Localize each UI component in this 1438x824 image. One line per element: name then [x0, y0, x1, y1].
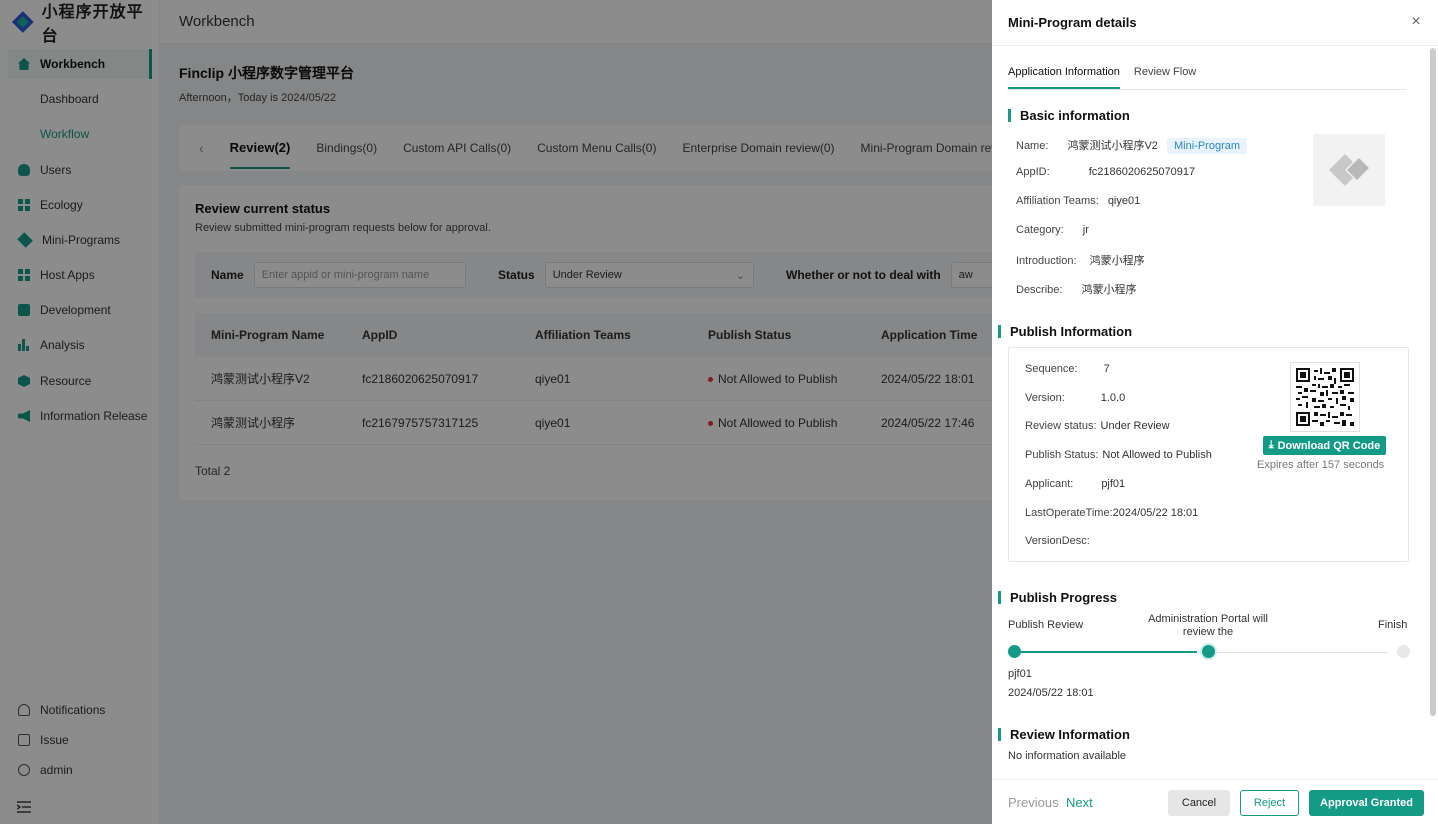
version-desc-row: VersionDesc: — [1025, 535, 1090, 547]
publish-progress-title: Publish Progress — [998, 591, 1117, 604]
close-icon[interactable]: × — [1408, 14, 1424, 30]
category-key: Category: — [1016, 224, 1064, 236]
step-admin-review: Administration Portal will review the — [1148, 613, 1268, 638]
version-key: Version: — [1025, 392, 1065, 404]
appid-row: AppID: fc2186020625070917 — [1016, 166, 1195, 178]
step-dot-pending — [1397, 645, 1410, 658]
category-row: Category: jr — [1016, 224, 1089, 236]
step-dot-done — [1008, 645, 1021, 658]
approve-button[interactable]: Approval Granted — [1309, 790, 1424, 816]
name-key: Name: — [1016, 140, 1049, 152]
describe-key: Describe: — [1016, 284, 1063, 296]
sequence-key: Sequence: — [1025, 363, 1078, 375]
app-icon — [1313, 134, 1385, 206]
version-desc-key: VersionDesc: — [1025, 535, 1090, 547]
review-info-empty: No information available — [1008, 750, 1127, 762]
progress-line-done — [1021, 651, 1197, 653]
applicant-value: pjf01 — [1101, 478, 1126, 490]
sequence-value: 7 — [1103, 363, 1110, 375]
drawer-tabs: Application Information Review Flow — [1008, 66, 1406, 90]
name-value: 鸿蒙测试小程序V2 — [1067, 140, 1158, 152]
download-label: Download QR Code — [1277, 439, 1381, 452]
publish-status-value: Not Allowed to Publish — [1102, 449, 1212, 461]
category-value: jr — [1082, 224, 1089, 236]
applicant-row: Applicant: pjf01 — [1025, 478, 1125, 490]
describe-value: 鸿蒙小程序 — [1081, 284, 1137, 296]
review-info-title: Review Information — [998, 728, 1130, 741]
qr-code-image — [1296, 368, 1354, 426]
reject-button[interactable]: Reject — [1240, 790, 1299, 816]
step-publish-review: Publish Review — [1008, 619, 1084, 631]
tab-review-flow[interactable]: Review Flow — [1134, 66, 1196, 89]
details-drawer: Mini-Program details × Application Infor… — [992, 0, 1438, 824]
drawer-title: Mini-Program details — [1008, 15, 1137, 30]
tab-application-information[interactable]: Application Information — [1008, 66, 1120, 89]
publish-status-row: Publish Status: Not Allowed to Publish — [1025, 449, 1212, 461]
appid-key: AppID: — [1016, 166, 1050, 178]
progress-user: pjf01 — [1008, 668, 1032, 680]
appid-value: fc2186020625070917 — [1088, 166, 1196, 178]
progress-time: 2024/05/22 18:01 — [1008, 687, 1094, 699]
sequence-row: Sequence: 7 — [1025, 363, 1110, 375]
introduction-row: Introduction: 鸿蒙小程序 — [1016, 252, 1145, 268]
progress-line-pending — [1214, 652, 1388, 653]
publish-status-key: Publish Status: — [1025, 449, 1099, 461]
applicant-key: Applicant: — [1025, 478, 1074, 490]
last-operate-row: LastOperateTime:2024/05/22 18:01 — [1025, 507, 1198, 519]
version-value: 1.0.0 — [1100, 392, 1126, 404]
last-operate-value: 2024/05/22 18:01 — [1112, 507, 1199, 519]
team-key: Affiliation Teams: — [1016, 195, 1099, 207]
last-operate-key: LastOperateTime: — [1025, 507, 1113, 519]
name-row: Name: 鸿蒙测试小程序V2 Mini-Program — [1016, 137, 1248, 154]
step-finish: Finish — [1378, 619, 1408, 631]
download-qr-button[interactable]: ⤓ Download QR Code — [1263, 436, 1386, 455]
modal-overlay[interactable] — [0, 0, 992, 824]
team-row: Affiliation Teams: qiye01 — [1016, 195, 1140, 207]
review-status-key: Review status: — [1025, 420, 1097, 432]
drawer-footer: Previous Next Cancel Reject Approval Gra… — [992, 779, 1438, 824]
next-link[interactable]: Next — [1066, 795, 1093, 810]
publish-info-title: Publish Information — [998, 325, 1132, 338]
drawer-header: Mini-Program details — [992, 0, 1438, 46]
introduction-key: Introduction: — [1016, 255, 1077, 267]
introduction-value: 鸿蒙小程序 — [1089, 255, 1145, 267]
qr-expiry-text: Expires after 157 seconds — [1257, 459, 1385, 471]
app-logo-icon — [1329, 154, 1369, 186]
drawer-scrollbar[interactable] — [1430, 48, 1436, 716]
team-value: qiye01 — [1107, 195, 1141, 207]
cancel-button[interactable]: Cancel — [1168, 790, 1230, 816]
review-status-row: Review status: Under Review — [1025, 420, 1170, 432]
version-row: Version: 1.0.0 — [1025, 392, 1125, 404]
type-tag: Mini-Program — [1167, 138, 1248, 154]
describe-row: Describe: 鸿蒙小程序 — [1016, 281, 1137, 297]
previous-link[interactable]: Previous — [1008, 795, 1059, 810]
download-icon: ⤓ — [1268, 439, 1274, 451]
qr-code — [1290, 362, 1360, 432]
basic-info-title: Basic information — [1008, 109, 1130, 122]
step-dot-current — [1202, 645, 1215, 658]
review-status-value: Under Review — [1100, 420, 1170, 432]
